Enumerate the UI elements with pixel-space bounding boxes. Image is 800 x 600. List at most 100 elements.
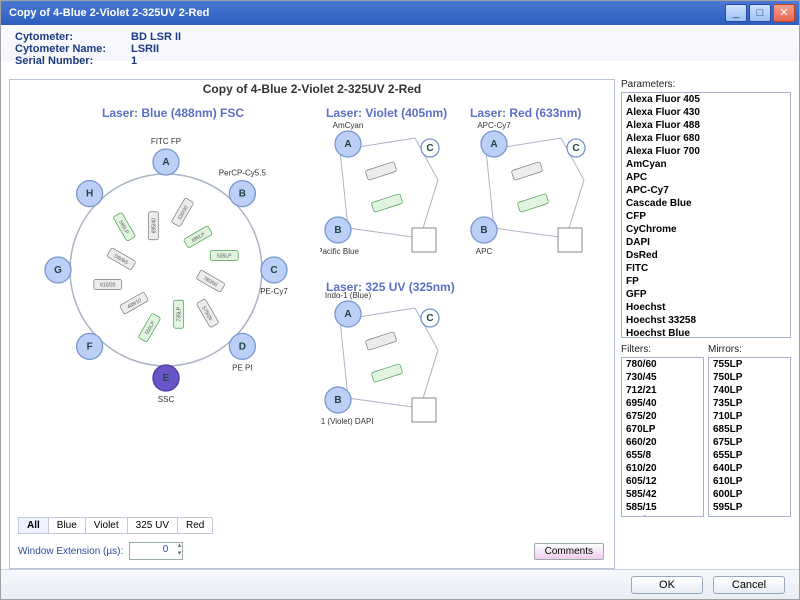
list-item[interactable]: 610/20	[622, 462, 703, 475]
window-extension-label: Window Extension (µs):	[18, 546, 123, 557]
cancel-button[interactable]: Cancel	[713, 576, 785, 594]
svg-text:695/40: 695/40	[151, 218, 157, 234]
tab-red[interactable]: Red	[177, 518, 213, 534]
list-item[interactable]: Alexa Fluor 488	[622, 119, 790, 132]
serial-label: Serial Number:	[15, 55, 125, 67]
svg-text:C: C	[426, 313, 433, 324]
red-trigon-diagram[interactable]: AAPC-Cy7 BAPC C	[466, 120, 606, 270]
parameters-listbox[interactable]: Alexa Fluor 405Alexa Fluor 430Alexa Fluo…	[621, 92, 791, 338]
cytometer-name-value: LSRII	[131, 43, 159, 55]
list-item[interactable]: Cascade Blue	[622, 197, 790, 210]
svg-text:Indo-1 (Violet) DAPI: Indo-1 (Violet) DAPI	[320, 417, 374, 426]
svg-text:B: B	[334, 395, 341, 406]
comments-button[interactable]: Comments	[534, 543, 604, 560]
window-extension-input[interactable]: 0	[129, 542, 183, 560]
config-title: Copy of 4-Blue 2-Violet 2-325UV 2-Red	[10, 82, 614, 96]
svg-text:D: D	[239, 341, 246, 352]
cytometer-label: Cytometer:	[15, 31, 125, 43]
maximize-button[interactable]: □	[749, 4, 771, 22]
list-item[interactable]: 610LP	[709, 475, 790, 488]
list-item[interactable]: CFP	[622, 210, 790, 223]
list-item[interactable]: 712/21	[622, 384, 703, 397]
list-item[interactable]: 750LP	[709, 371, 790, 384]
mirrors-listbox[interactable]: 755LP750LP740LP735LP710LP685LP675LP655LP…	[708, 357, 791, 517]
svg-text:735LP: 735LP	[177, 306, 183, 321]
cytometer-value: BD LSR II	[131, 31, 181, 43]
list-item[interactable]: 670LP	[622, 423, 703, 436]
list-item[interactable]: CyChrome	[622, 223, 790, 236]
svg-text:A: A	[490, 139, 497, 150]
list-item[interactable]: 560/20	[622, 514, 703, 517]
svg-text:H: H	[86, 189, 93, 200]
list-item[interactable]: 735LP	[709, 397, 790, 410]
close-button[interactable]: ✕	[773, 4, 795, 22]
list-item[interactable]: Hoechst	[622, 301, 790, 314]
list-item[interactable]: 740LP	[709, 384, 790, 397]
svg-text:APC: APC	[476, 247, 493, 256]
serial-value: 1	[131, 55, 137, 67]
list-item[interactable]: 640LP	[709, 462, 790, 475]
list-item[interactable]: 600LP	[709, 488, 790, 501]
sidebar: Parameters: Alexa Fluor 405Alexa Fluor 4…	[621, 79, 791, 569]
list-item[interactable]: 780/60	[622, 358, 703, 371]
tab-blue[interactable]: Blue	[48, 518, 86, 534]
list-item[interactable]: Hoechst 33258	[622, 314, 790, 327]
tab-uv[interactable]: 325 UV	[127, 518, 178, 534]
list-item[interactable]: FITC	[622, 262, 790, 275]
uv-trigon-diagram[interactable]: AIndo-1 (Blue) BIndo-1 (Violet) DAPI C	[320, 290, 460, 440]
dialog-window: Copy of 4-Blue 2-Violet 2-325UV 2-Red _ …	[0, 0, 800, 600]
tab-violet[interactable]: Violet	[85, 518, 128, 534]
list-item[interactable]: 655/8	[622, 449, 703, 462]
list-item[interactable]: 675/20	[622, 410, 703, 423]
cytometer-header: Cytometer: BD LSR II Cytometer Name: LSR…	[1, 25, 799, 71]
list-item[interactable]: 675LP	[709, 436, 790, 449]
minimize-button[interactable]: _	[725, 4, 747, 22]
svg-text:APC-Cy7: APC-Cy7	[477, 121, 511, 130]
filters-label: Filters:	[621, 344, 704, 355]
window-extension-row: Window Extension (µs): 0	[18, 542, 183, 560]
list-item[interactable]: APC	[622, 171, 790, 184]
svg-text:AmCyan: AmCyan	[333, 121, 364, 130]
list-item[interactable]: 585/15	[622, 501, 703, 514]
svg-text:PE PI: PE PI	[232, 363, 252, 372]
list-item[interactable]: 695/40	[622, 397, 703, 410]
list-item[interactable]: 585/42	[622, 488, 703, 501]
list-item[interactable]: APC-Cy7	[622, 184, 790, 197]
list-item[interactable]: Alexa Fluor 700	[622, 145, 790, 158]
list-item[interactable]: DAPI	[622, 236, 790, 249]
blue-octagon-diagram[interactable]: 695/40 530/30 685LP 505LP 780/60 575/26 …	[16, 110, 316, 430]
list-item[interactable]: 655LP	[709, 449, 790, 462]
violet-trigon-diagram[interactable]: AAmCyan BPacific Blue C	[320, 120, 460, 270]
list-item[interactable]: AmCyan	[622, 158, 790, 171]
svg-text:A: A	[344, 139, 351, 150]
titlebar: Copy of 4-Blue 2-Violet 2-325UV 2-Red _ …	[1, 1, 799, 25]
list-item[interactable]: DsRed	[622, 249, 790, 262]
svg-text:Indo-1 (Blue): Indo-1 (Blue)	[325, 291, 372, 300]
svg-text:B: B	[334, 225, 341, 236]
list-item[interactable]: 685LP	[709, 423, 790, 436]
list-item[interactable]: 710LP	[709, 410, 790, 423]
list-item[interactable]: 605/12	[622, 475, 703, 488]
svg-text:G: G	[54, 265, 62, 276]
list-item[interactable]: Alexa Fluor 405	[622, 93, 790, 106]
list-item[interactable]: FP	[622, 275, 790, 288]
svg-text:F: F	[87, 341, 93, 352]
list-item[interactable]: 556LP	[709, 514, 790, 517]
list-item[interactable]: 595LP	[709, 501, 790, 514]
svg-text:B: B	[480, 225, 487, 236]
list-item[interactable]: 660/20	[622, 436, 703, 449]
tab-all[interactable]: All	[18, 518, 49, 534]
svg-text:PerCP-Cy5.5: PerCP-Cy5.5	[219, 169, 267, 178]
laser-red-label: Laser: Red (633nm)	[470, 106, 581, 120]
list-item[interactable]: Hoechst Blue	[622, 327, 790, 338]
window-title: Copy of 4-Blue 2-Violet 2-325UV 2-Red	[9, 7, 725, 19]
list-item[interactable]: 730/45	[622, 371, 703, 384]
list-item[interactable]: Alexa Fluor 680	[622, 132, 790, 145]
list-item[interactable]: Alexa Fluor 430	[622, 106, 790, 119]
cytometer-name-label: Cytometer Name:	[15, 43, 125, 55]
ok-button[interactable]: OK	[631, 576, 703, 594]
svg-text:PE-Cy7: PE-Cy7	[260, 287, 288, 296]
filters-listbox[interactable]: 780/60730/45712/21695/40675/20670LP660/2…	[621, 357, 704, 517]
list-item[interactable]: GFP	[622, 288, 790, 301]
list-item[interactable]: 755LP	[709, 358, 790, 371]
